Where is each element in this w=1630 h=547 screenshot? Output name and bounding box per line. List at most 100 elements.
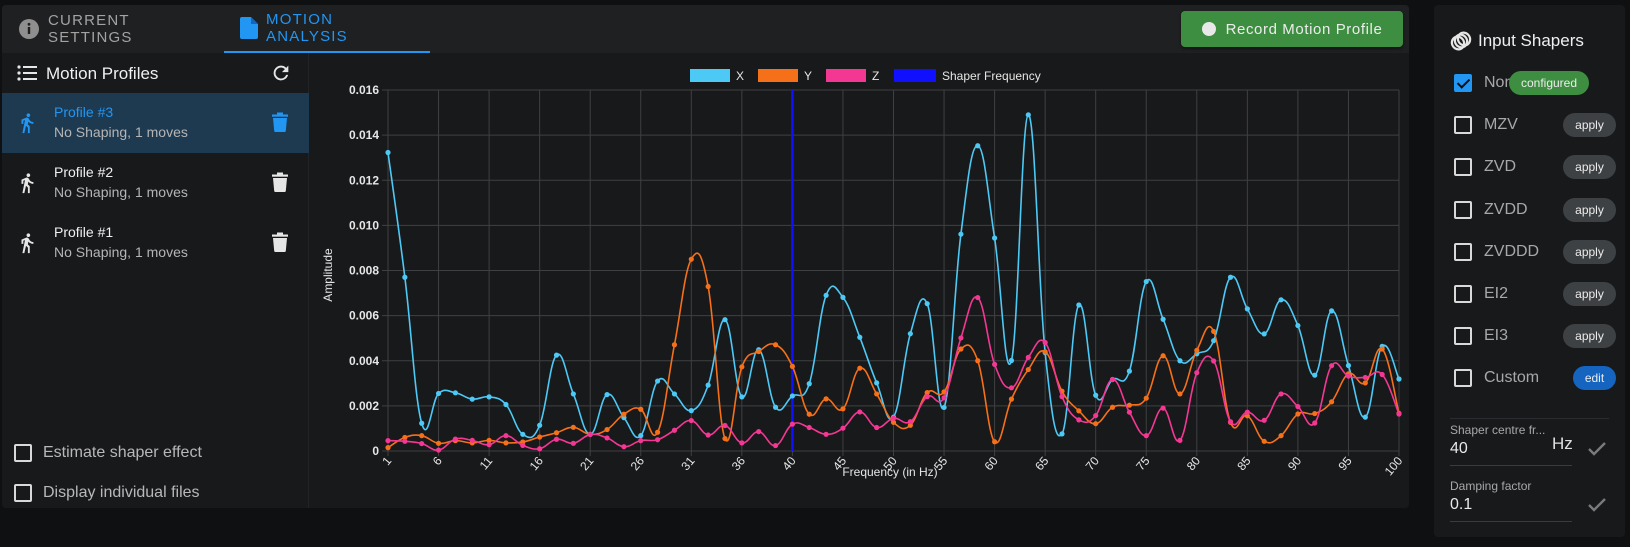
data-point-z [1076, 417, 1082, 423]
legend-label[interactable]: Z [872, 69, 879, 83]
checkbox-box[interactable] [14, 484, 32, 502]
data-point-z [671, 427, 678, 433]
tab-bar: Current Settings Motion Analysis Record … [2, 5, 1409, 53]
edit-chip[interactable]: edit [1573, 366, 1616, 391]
x-tick-label: 11 [477, 454, 496, 473]
apply-chip[interactable]: apply [1563, 197, 1616, 222]
shaper-checkbox[interactable] [1454, 285, 1472, 303]
x-tick-label: 100 [1382, 454, 1406, 479]
legend-label[interactable]: Y [804, 69, 812, 83]
display-individual-files-checkbox[interactable]: Display individual files [14, 484, 200, 502]
shaper-centre-frequency-input[interactable] [1450, 440, 1550, 458]
shaper-option-ei3[interactable]: EI3 apply [1434, 321, 1625, 351]
data-point-z [756, 428, 762, 435]
damping-factor-field[interactable]: Damping factor [1450, 479, 1625, 535]
data-point-y [671, 342, 678, 348]
running-icon [16, 171, 38, 200]
shaper-checkbox[interactable] [1454, 369, 1472, 388]
legend-label[interactable]: Shaper Frequency [942, 69, 1041, 83]
apply-chip[interactable]: apply [1563, 324, 1616, 349]
y-tick-label: 0.016 [349, 83, 379, 97]
list-icon [17, 64, 37, 87]
data-point-z [890, 415, 897, 421]
shaper-checkbox[interactable] [1454, 116, 1472, 135]
motion-profiles-panel: Motion Profiles Profile #3 No Shaping, 1… [2, 53, 309, 508]
data-point-y [553, 430, 560, 436]
data-point-z [587, 431, 593, 438]
data-point-x [638, 433, 644, 439]
unit-label: Hz [1552, 434, 1573, 453]
shaper-centre-frequency-field[interactable]: Shaper centre fr... Hz [1450, 423, 1625, 479]
shaper-option-zvddd[interactable]: ZVDDD apply [1434, 237, 1625, 267]
data-point-x [1345, 362, 1352, 369]
data-point-x [570, 391, 576, 397]
field-label: Damping factor [1450, 479, 1532, 493]
tab-current-settings[interactable]: Current Settings [2, 5, 224, 53]
profile-name: Profile #3 [54, 104, 114, 120]
shaper-option-ei2[interactable]: EI2 apply [1434, 279, 1625, 309]
shaper-option-none[interactable]: None configured [1434, 68, 1625, 98]
data-point-y [1379, 346, 1385, 352]
shaper-option-zvdd[interactable]: ZVDD apply [1434, 195, 1625, 225]
data-point-x [537, 422, 543, 428]
shaper-checkbox[interactable] [1454, 74, 1472, 92]
estimate-shaper-effect-checkbox[interactable]: Estimate shaper effect [14, 444, 202, 462]
data-point-z [688, 417, 694, 424]
data-point-y [1008, 396, 1015, 402]
data-point-y [435, 440, 442, 446]
profile-item-3[interactable]: Profile #3 No Shaping, 1 moves [2, 93, 309, 153]
data-point-x [772, 404, 779, 410]
data-point-y [1329, 399, 1335, 405]
data-point-z [553, 436, 560, 442]
shaper-checkbox[interactable] [1454, 327, 1472, 346]
shaper-option-mzv[interactable]: MZV apply [1434, 110, 1625, 140]
shaper-option-custom[interactable]: Custom edit [1434, 363, 1625, 393]
checkbox-box[interactable] [14, 444, 32, 462]
tab-motion-analysis[interactable]: Motion Analysis [224, 5, 430, 53]
confirm-check-icon[interactable] [1587, 497, 1607, 518]
data-point-z [924, 394, 930, 400]
delete-icon[interactable] [272, 172, 288, 197]
x-tick-label: 85 [1234, 454, 1254, 473]
apply-chip[interactable]: apply [1563, 113, 1616, 138]
data-point-z [823, 431, 829, 437]
damping-factor-input[interactable] [1450, 496, 1550, 514]
y-tick-label: 0.014 [349, 128, 379, 142]
data-point-x [553, 352, 560, 358]
shaper-checkbox[interactable] [1454, 158, 1472, 177]
panel-title: Motion Profiles [46, 64, 159, 83]
data-point-y [705, 283, 711, 290]
shaper-checkbox[interactable] [1454, 242, 1472, 261]
shaper-checkbox[interactable] [1454, 200, 1472, 219]
data-point-y [975, 358, 981, 364]
confirm-check-icon[interactable] [1587, 441, 1607, 462]
configured-chip[interactable]: configured [1509, 71, 1589, 95]
profile-item-1[interactable]: Profile #1 No Shaping, 1 moves [2, 213, 309, 273]
data-point-z [1211, 358, 1217, 364]
record-motion-profile-button[interactable]: Record Motion Profile [1181, 11, 1403, 47]
legend-label[interactable]: X [736, 69, 744, 83]
data-point-y [1177, 391, 1183, 397]
data-point-z [840, 425, 846, 431]
shaper-option-zvd[interactable]: ZVD apply [1434, 152, 1625, 182]
data-point-z [1278, 391, 1284, 397]
data-point-z [722, 422, 728, 429]
chart-grid [382, 89, 1400, 456]
apply-chip[interactable]: apply [1563, 239, 1616, 264]
delete-icon[interactable] [272, 232, 288, 257]
profile-item-2[interactable]: Profile #2 No Shaping, 1 moves [2, 153, 309, 213]
data-point-y [1143, 395, 1149, 401]
data-point-y [789, 363, 795, 369]
apply-chip[interactable]: apply [1563, 155, 1616, 180]
apply-chip[interactable]: apply [1563, 282, 1616, 306]
data-point-y [1362, 380, 1368, 386]
data-point-x [1143, 278, 1149, 285]
shaper-name: MZV [1484, 116, 1518, 134]
chart-svg: 0 0.002 0.004 0.006 0.008 0.010 0.012 0.014 0.01… [321, 69, 1406, 479]
refresh-icon[interactable] [270, 62, 292, 89]
data-point-z [1126, 409, 1132, 415]
delete-icon[interactable] [272, 112, 288, 137]
x-axis-label: Frequency (in Hz) [842, 465, 937, 479]
data-point-y [537, 434, 543, 440]
data-point-x [1261, 331, 1267, 337]
